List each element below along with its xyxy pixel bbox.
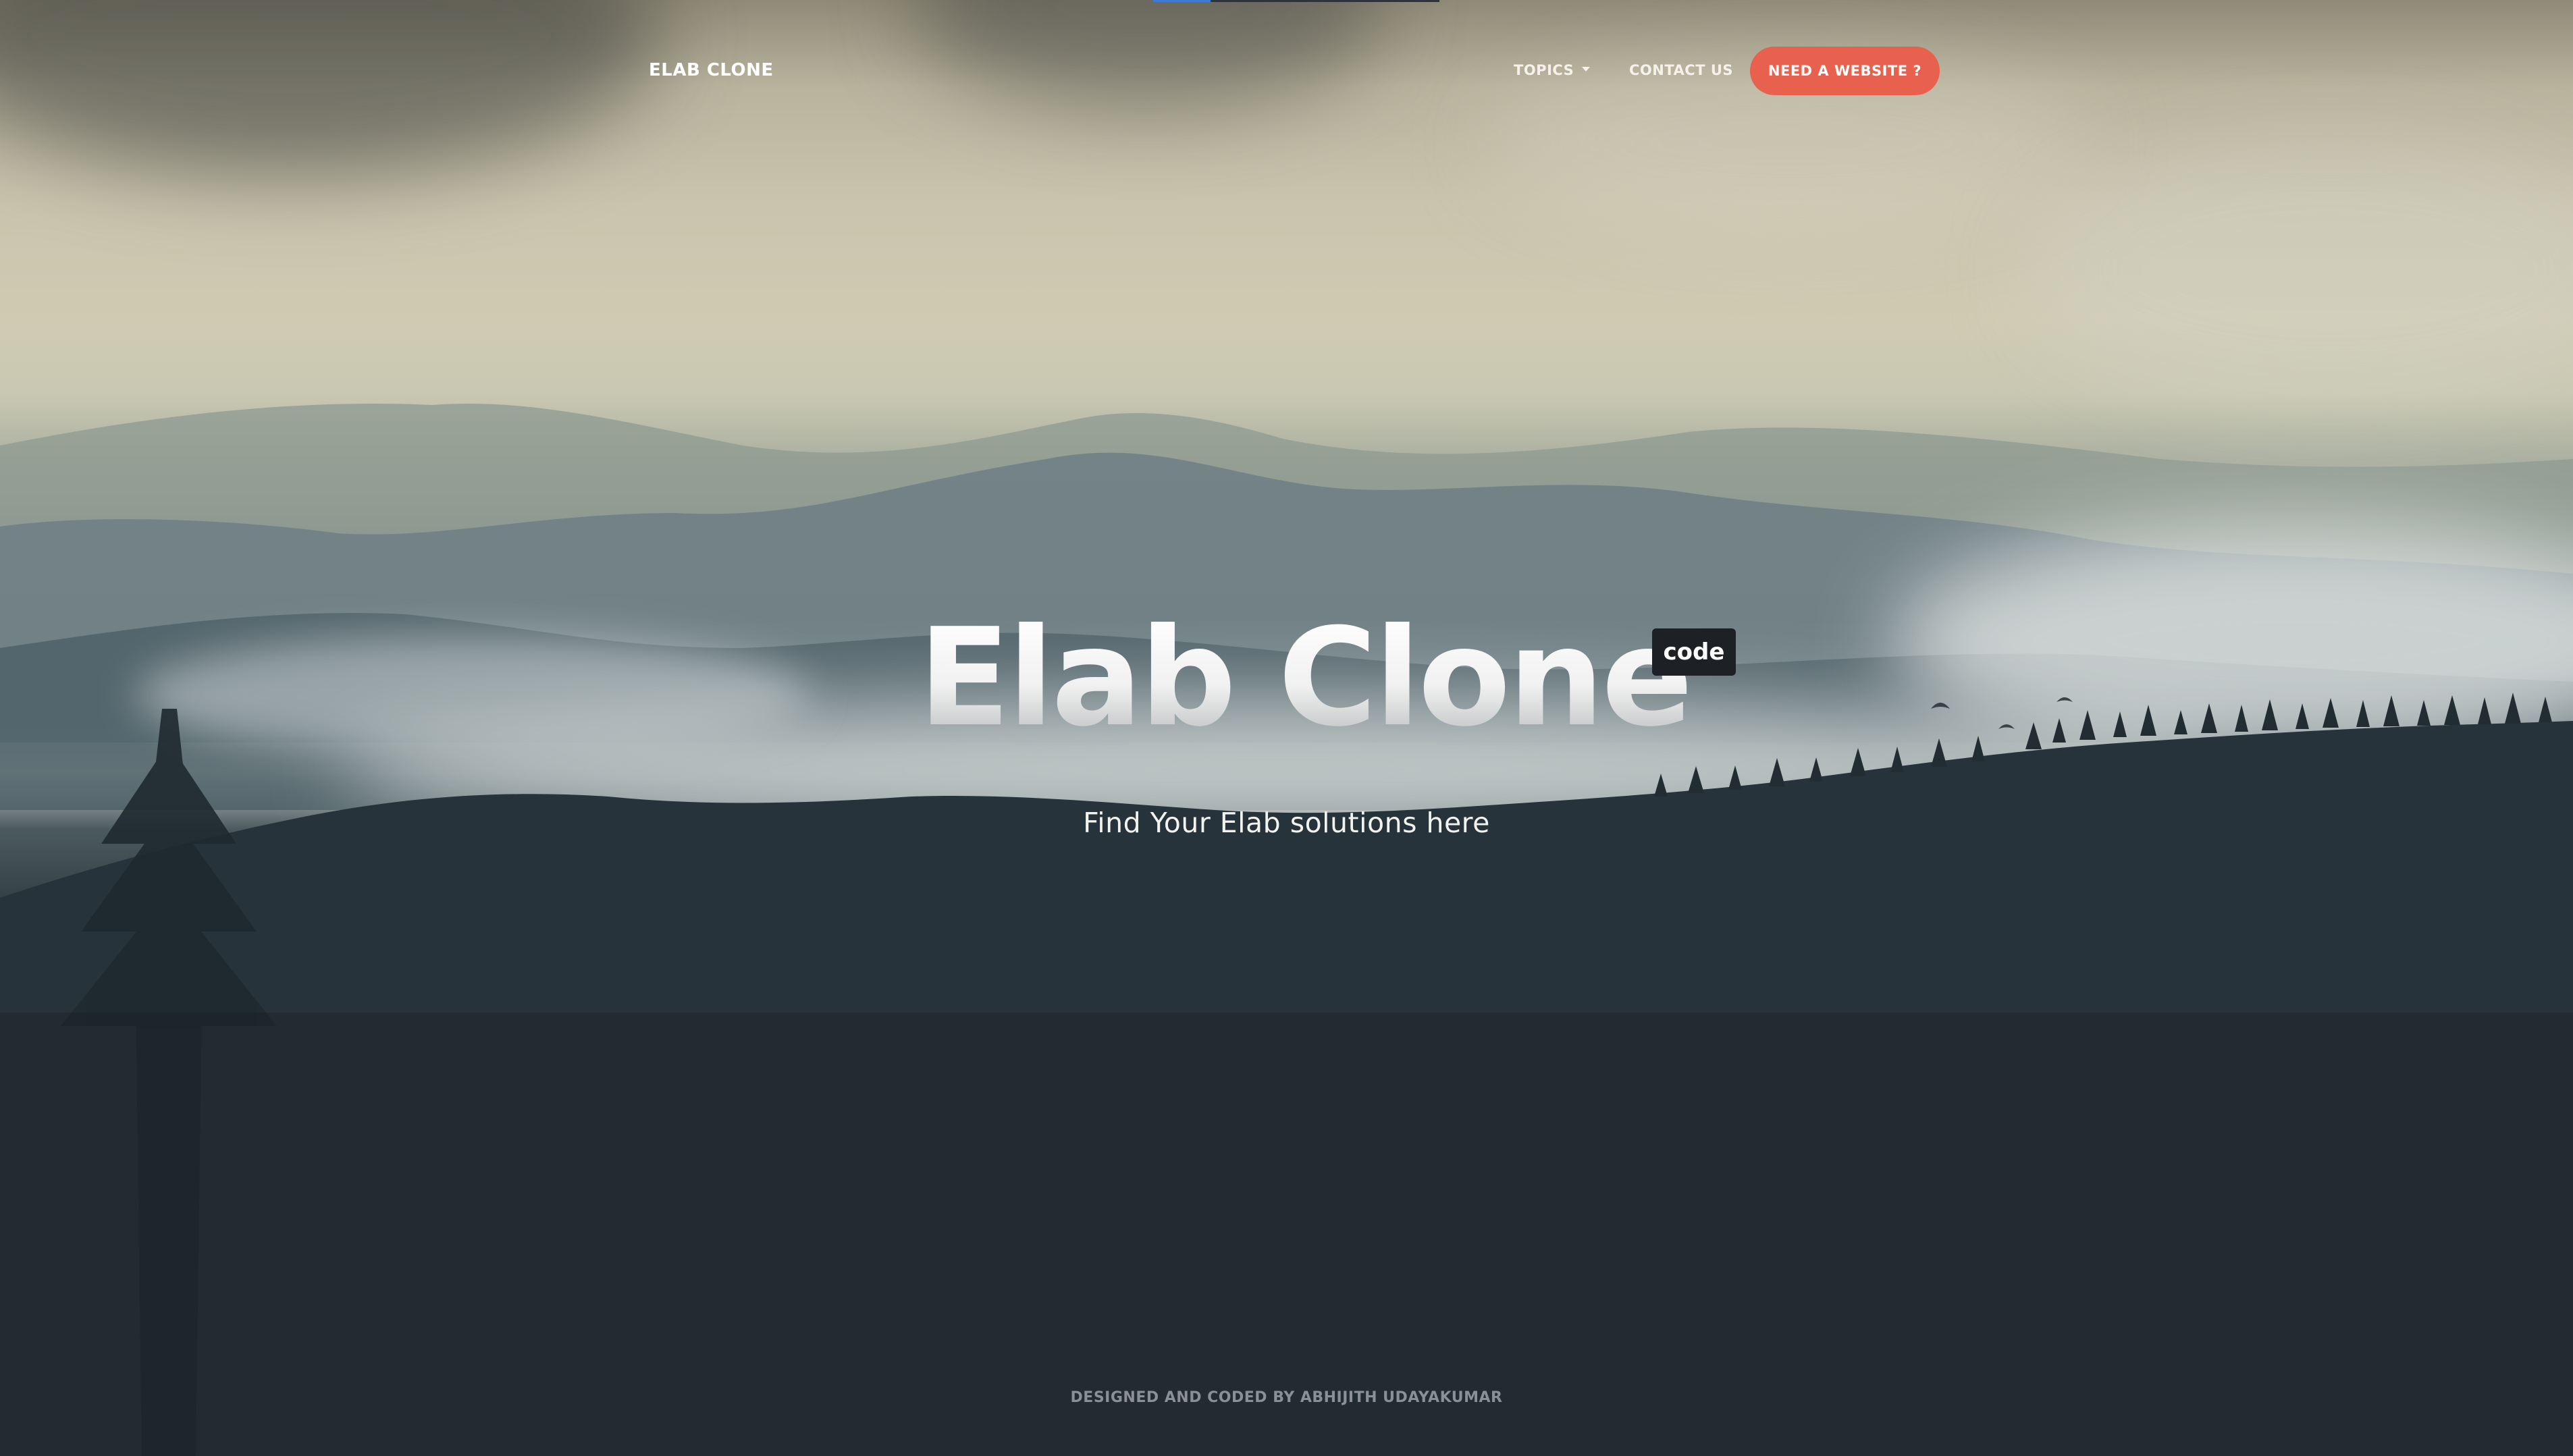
hero-subtitle: Find Your Elab solutions here: [1083, 807, 1490, 839]
brand-logo[interactable]: ELAB CLONE: [649, 60, 774, 80]
nav-contact-link[interactable]: CONTACT US: [1629, 62, 1733, 78]
nav-topics-label: TOPICS: [1514, 62, 1574, 78]
nav-topics-dropdown[interactable]: TOPICS: [1514, 62, 1591, 78]
navbar: ELAB CLONE TOPICS CONTACT US NEED A WEBS…: [0, 0, 2573, 142]
hero-title: Elab Clone: [918, 599, 1693, 757]
page: ELAB CLONE TOPICS CONTACT US NEED A WEBS…: [0, 0, 2573, 1456]
code-badge: code: [1652, 628, 1736, 676]
fog: [135, 635, 810, 756]
footer-credit: DESIGNED AND CODED BY ABHIJITH UDAYAKUMA…: [1070, 1389, 1503, 1406]
chevron-down-icon: [1582, 66, 1591, 72]
need-website-button[interactable]: NEED A WEBSITE ?: [1750, 47, 1940, 95]
